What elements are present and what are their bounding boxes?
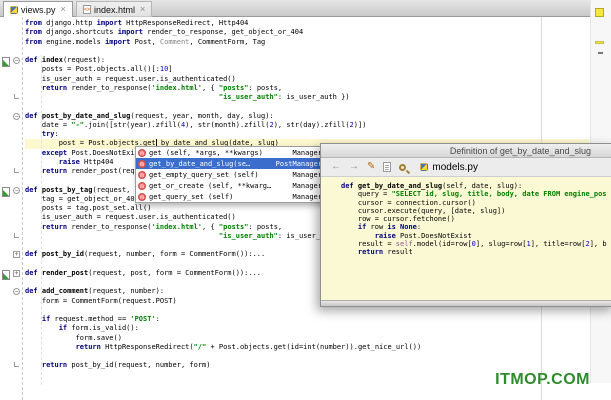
back-icon[interactable]: ← [331,162,341,172]
file-status-indicator[interactable] [595,8,604,17]
completion-item[interactable]: m get (self, *args, **kwargs) Manager [136,147,326,158]
html-file-icon: <> [83,5,91,14]
fold-collapse-icon[interactable]: − [13,186,20,194]
code-line: return render_to_response('index.html', … [41,83,283,92]
fold-collapse-icon[interactable]: − [13,112,20,120]
completion-popup: m get (self, *args, **kwargs) Manager m get_… [135,146,328,204]
file-label: models.py [420,162,478,173]
code-line: def index(request): [25,56,106,64]
code-line: "is_user_auth": is_user_auth }) [218,93,350,101]
code-line: from django.shortcuts import render_to_r… [25,28,304,37]
edit-source-icon[interactable]: ✎ [367,162,375,172]
code-line: cursor = connection.cursor() [341,198,476,207]
completion-type: Manager [292,170,322,179]
definition-popup-title[interactable]: Definition of get_by_date_and_slug [321,144,611,158]
fold-collapse-icon[interactable]: − [13,57,20,64]
code-line: def post_by_date_and_slug(request, year,… [25,111,274,120]
completion-item[interactable]: m get_or_create (self, **kwarg… Manager [136,180,326,191]
code-line: result = self.model(id=row[0], slug=row[… [341,240,607,249]
gutter-separator [22,17,23,400]
code-line: return result [357,248,413,257]
code-line: date = "-".join([str(year).zfill(4), str… [25,120,367,129]
tab-index-html[interactable]: <> index.html × [76,1,153,17]
tab-close-icon[interactable]: × [140,5,145,14]
completion-type: Manager [292,192,322,201]
code-line: posts = Post.objects.all()[:10] [25,65,173,74]
completion-type: Manager [292,181,322,190]
tab-label: index.html [94,4,136,15]
fold-end-marker [14,232,19,238]
definition-popup-resize-bar[interactable] [321,300,611,306]
forward-icon[interactable]: → [349,162,359,172]
method-icon: m [138,181,146,190]
code-line: row = cursor.fetchone() [341,215,455,224]
caret-stripe-mark[interactable] [598,52,603,54]
warning-stripe-mark[interactable] [595,41,604,44]
completion-label: get_empty_query_set (self) [149,170,259,179]
watermark: ITMOP.COM [495,371,590,388]
file-name: models.py [432,161,478,173]
code-line: form.save() [25,333,122,342]
completion-item[interactable]: m get_query_set (self) Manager [136,191,326,202]
code-line: raise Post.DoesNotExist [374,231,472,240]
python-file-icon [10,5,18,14]
fold-end-marker [14,362,19,368]
modified-function-icon [2,269,10,280]
method-icon: m [138,148,146,157]
definition-popup: Definition of get_by_date_and_slug ← → ✎… [320,143,611,307]
fold-end-marker [14,168,19,173]
ide-window: views.py × <> index.html × from django.h… [0,0,611,400]
method-icon: m [138,192,146,201]
code-line: def get_by_date_and_slug(self, date, slu… [341,182,523,190]
completion-list: m get (self, *args, **kwargs) Manager m get_… [136,147,326,202]
method-icon: m [138,159,146,168]
fold-end-marker [14,94,19,99]
find-icon[interactable] [399,163,407,171]
completion-type: Manager [292,148,322,157]
code-line: return post_by_id(request, number, form) [41,361,211,370]
code-line: cursor.execute(query, [date, slug]) [341,206,506,215]
fold-expand-icon[interactable]: + [13,251,20,259]
code-line: if row is None: [357,223,422,232]
tab-views-py[interactable]: views.py × [3,1,73,17]
python-file-icon [420,163,429,171]
completion-item[interactable]: m get_empty_query_set (self) Manager [136,169,326,180]
completion-item[interactable]: m get_by_date_and_slug(se… PostManager [136,158,326,169]
code-line: if form.is_valid(): [58,324,139,333]
completion-label: get_by_date_and_slug(se… [149,159,251,168]
code-line: if request.method == 'POST': [41,315,160,323]
definition-code-area[interactable]: def get_by_date_and_slug(self, date, slu… [321,177,611,300]
code-line: return HttpResponseRedirect("/" + Post.o… [75,342,422,351]
code-line: from django.http import HttpResponseRedi… [25,19,249,27]
code-line: try: [41,130,59,138]
code-line: is_user_auth = request.user.is_authentic… [25,74,236,83]
completion-label: get_or_create (self, **kwarg… [149,181,272,190]
completion-label: get_query_set (self) [149,192,234,201]
definition-popup-toolbar: ← → ✎ models.py [321,158,611,177]
code-line: from engine.models import Post, Comment,… [25,37,266,46]
completion-label: get (self, *args, **kwargs) [149,148,263,157]
tab-close-icon[interactable]: × [61,5,66,14]
completion-type: PostManager [275,159,322,168]
indent-guide [41,55,42,385]
modified-function-icon [2,186,10,197]
fold-expand-icon[interactable]: + [13,269,20,277]
method-icon: m [138,170,146,179]
tab-bar: views.py × <> index.html × [0,0,611,17]
tab-label: views.py [21,4,56,15]
modified-function-icon [2,57,10,67]
view-source-icon[interactable] [383,162,392,172]
code-line: query = "SELECT id, slug, title, body, d… [341,190,607,199]
